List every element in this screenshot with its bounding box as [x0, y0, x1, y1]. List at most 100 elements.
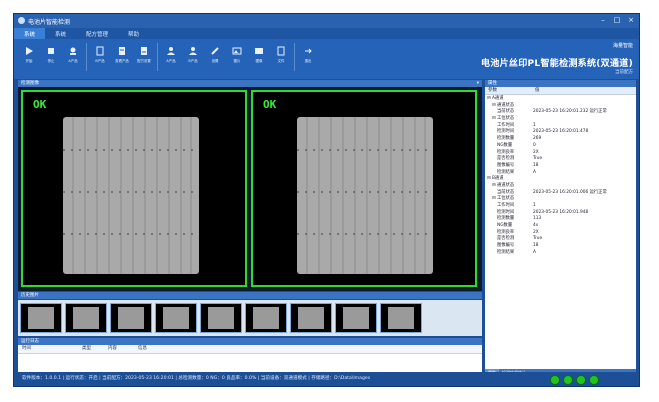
file-icon: [277, 46, 285, 56]
property-value: 2023-05-23 16:20:01.232 运行正常: [533, 109, 607, 115]
property-value: 1: [533, 203, 536, 208]
main-area: 检测图像 ▾ OK OK 历史图片 运行日志 时间 类型 内容 信息: [18, 80, 482, 386]
property-value: 2023-05-23 16:20:01.478: [533, 129, 589, 135]
property-tree[interactable]: ⊟ A通道 ⊟ 通道状态 当前状态 2023-05-23 16:20:01.232 运…: [485, 95, 636, 258]
toolbar-button-7[interactable]: B产品: [182, 43, 204, 71]
tab-1[interactable]: 系统: [45, 28, 76, 39]
property-row[interactable]: ⊟ A通道: [487, 96, 634, 103]
status-led: [550, 375, 560, 385]
tools-icon: [211, 47, 219, 55]
property-row[interactable]: 图像编号 18: [487, 243, 634, 250]
wafer-image-a: [63, 117, 199, 274]
toolbar-button-5[interactable]: 配方设置: [133, 43, 155, 71]
property-row[interactable]: 检测数量 269: [487, 136, 634, 143]
tab-2[interactable]: 配方管理: [76, 28, 118, 39]
property-value: 4x: [533, 223, 539, 229]
maximize-icon[interactable]: □: [613, 16, 621, 24]
user-icon: [167, 47, 175, 55]
toolbar-button-0[interactable]: 开始: [18, 43, 40, 71]
property-key: 检测数量: [497, 136, 515, 142]
stop-icon: [48, 48, 54, 54]
property-key: 工位状态: [496, 116, 515, 122]
toolbar-button-8[interactable]: 设置: [204, 43, 226, 71]
camera-view-b[interactable]: OK: [251, 90, 477, 287]
property-row[interactable]: 工作时间 1: [487, 203, 634, 210]
log-panel-header: 运行日志: [18, 338, 482, 345]
property-row[interactable]: 检测结果 A: [487, 170, 634, 177]
camera-panel-header: 检测图像 ▾: [18, 80, 482, 87]
thumbnail[interactable]: [290, 303, 332, 333]
toolbar-button-4[interactable]: 查看产品: [111, 43, 133, 71]
property-key: 工位状态: [496, 196, 515, 202]
camera-view-area: OK OK: [18, 87, 482, 291]
minimize-icon[interactable]: –: [599, 16, 607, 24]
tag-icon: [70, 47, 76, 55]
status-bar: 软件版本：1.0.0.1 | 运行状态：开启 | 当前配方：2023-05-23…: [14, 372, 639, 386]
thumbnail[interactable]: [335, 303, 377, 333]
property-value: 2023-05-23 16:20:01.006 运行正常: [533, 189, 607, 195]
toolbar-button-10[interactable]: 图像: [248, 43, 270, 71]
property-row[interactable]: ⊟ 工位状态: [487, 116, 634, 123]
tab-0[interactable]: 系统: [14, 28, 46, 39]
expand-icon[interactable]: ⊟: [487, 183, 497, 188]
toolbar-button-11[interactable]: 文件: [270, 43, 292, 71]
toolbar-button-1[interactable]: 停止: [40, 43, 62, 71]
property-row[interactable]: ⊟ B通道: [487, 176, 634, 183]
wafer-image-b: [297, 117, 433, 274]
property-key: 检测结果: [497, 249, 515, 255]
expand-icon[interactable]: ⊟: [487, 196, 497, 201]
app-window: 电池片智能检测 – □ × 系统 系统 配方管理 帮助 开始 停止 A产品 B产…: [13, 13, 640, 387]
toolbar-button-3[interactable]: B产品: [89, 43, 111, 71]
pin-icon[interactable]: ▾: [477, 80, 479, 87]
title-bar: 电池片智能检测 – □ ×: [14, 14, 639, 28]
expand-icon[interactable]: ⊟: [487, 116, 497, 121]
app-logo-icon: [18, 17, 25, 24]
toolbar: 开始 停止 A产品 B产品 查看产品 配方设置 A产品 B产品 设置 图片 图像…: [14, 39, 639, 79]
thumbnail[interactable]: [155, 303, 197, 333]
toolbar-button-12[interactable]: 退出: [297, 43, 319, 71]
status-led: [563, 375, 573, 385]
property-value: 269: [533, 136, 542, 142]
property-grid-header: 参数 值: [485, 87, 636, 95]
property-row[interactable]: 是否检测 True: [487, 156, 634, 163]
property-row[interactable]: ⊟ 工位状态: [487, 196, 634, 203]
brand-logo: 海量智能: [612, 43, 633, 49]
property-row[interactable]: NG数量 0: [487, 143, 634, 150]
property-row[interactable]: 图像编号 18: [487, 163, 634, 170]
status-led: [576, 375, 586, 385]
thumbnail[interactable]: [65, 303, 107, 333]
toolbar-button-2[interactable]: A产品: [62, 43, 84, 71]
tab-3[interactable]: 帮助: [118, 28, 149, 39]
property-key: 图像编号: [497, 243, 515, 249]
thumbnail-strip: [18, 300, 482, 336]
toolbar-button-6[interactable]: A产品: [160, 43, 182, 71]
property-value: A: [533, 249, 536, 255]
thumbnail[interactable]: [200, 303, 242, 333]
property-key: 是否检测: [497, 156, 515, 162]
camera-view-a[interactable]: OK: [21, 90, 247, 287]
property-value: 0: [533, 142, 536, 148]
thumbnail[interactable]: [110, 303, 152, 333]
property-key: 工作时间: [497, 203, 515, 208]
property-panel: 属性 参数 值 ⊟ A通道 ⊟ 通道状态 当前状态 2023-05-23 16:20:…: [485, 80, 636, 376]
doc-icon: [119, 47, 125, 55]
property-key: NG数量: [497, 142, 513, 148]
property-value: True: [533, 156, 543, 162]
status-led: [589, 375, 599, 385]
property-row[interactable]: ⊟ 通道状态: [487, 183, 634, 190]
edit-icon: [96, 46, 104, 56]
property-row[interactable]: 检测结果 A: [487, 250, 634, 257]
toolbar-button-9[interactable]: 图片: [226, 43, 248, 71]
system-title: 电池片丝印PL智能检测系统(双通道): [481, 59, 633, 69]
property-value: 18: [533, 243, 539, 249]
property-key: NG数量: [497, 223, 513, 229]
doc-icon: [141, 47, 147, 55]
thumbnail[interactable]: [20, 303, 62, 333]
thumbnail[interactable]: [380, 303, 422, 333]
window-title: 电池片智能检测: [28, 19, 71, 26]
close-icon[interactable]: ×: [627, 16, 635, 24]
play-icon: [26, 47, 33, 55]
expand-icon[interactable]: ⊟: [487, 103, 497, 108]
property-row[interactable]: NG数量 4x: [487, 223, 634, 230]
thumbnail[interactable]: [245, 303, 287, 333]
